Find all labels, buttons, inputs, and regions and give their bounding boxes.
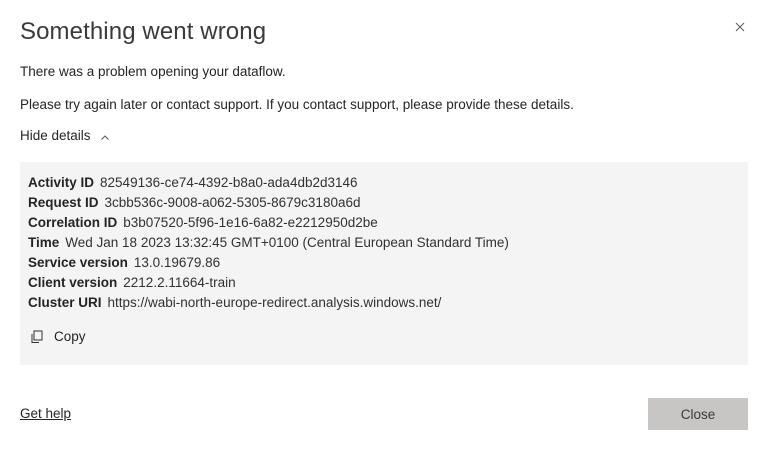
hide-details-label: Hide details [20,128,91,143]
detail-value: Wed Jan 18 2023 13:32:45 GMT+0100 (Centr… [65,235,509,250]
detail-key: Service version [28,255,128,270]
detail-value: 2212.2.11664-train [123,275,236,290]
chevron-up-icon [100,131,110,141]
get-help-link[interactable]: Get help [20,406,71,421]
details-panel: Activity ID 82549136-ce74-4392-b8a0-ada4d… [20,162,748,365]
detail-key: Correlation ID [28,215,118,230]
support-message: Please try again later or contact suppor… [20,97,574,112]
detail-row: Request ID 3cbb536c-9008-a062-5305-8679c3… [28,193,748,213]
copy-icon [30,330,44,344]
detail-key: Activity ID [28,175,95,190]
error-dialog: Something went wrong There was a problem… [0,0,764,454]
detail-key: Cluster URI [28,295,102,310]
copy-button[interactable]: Copy [30,329,86,344]
detail-value: 82549136-ce74-4392-b8a0-ada4db2d3146 [100,175,358,190]
close-button[interactable]: Close [648,398,748,430]
detail-key: Request ID [28,195,99,210]
detail-key: Client version [28,275,118,290]
copy-label: Copy [54,329,86,344]
error-message: There was a problem opening your dataflo… [20,64,286,79]
detail-value: 13.0.19679.86 [133,255,221,270]
detail-row: Activity ID 82549136-ce74-4392-b8a0-ada4d… [28,173,748,193]
detail-value: 3cbb536c-9008-a062-5305-8679c3180a6d [104,195,361,210]
dialog-title: Something went wrong [20,18,267,45]
detail-value: b3b07520-5f96-1e16-6a82-e2212950d2be [123,215,378,230]
detail-row: Correlation ID b3b07520-5f96-1e16-6a82-e2… [28,213,748,233]
hide-details-toggle[interactable]: Hide details [20,128,110,143]
detail-row: Service version 13.0.19679.86 [28,253,748,273]
detail-value: https://wabi-north-europe-redirect.analy… [107,295,442,310]
detail-key: Time [28,235,60,250]
detail-row: Client version 2212.2.11664-train [28,273,748,293]
close-icon[interactable] [731,18,749,36]
detail-row: Time Wed Jan 18 2023 13:32:45 GMT+0100 (C… [28,233,748,253]
detail-row: Cluster URI https://wabi-north-europe-red… [28,293,748,313]
